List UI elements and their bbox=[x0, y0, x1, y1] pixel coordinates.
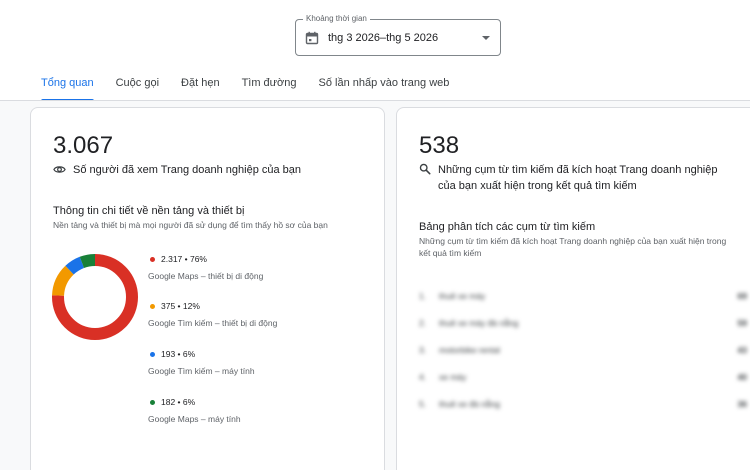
legend-dot-maps-desktop bbox=[150, 399, 155, 405]
tab-directions[interactable]: Tìm đường bbox=[231, 69, 308, 101]
list-item: 2. thuê xe máy đà nẵng 59 bbox=[419, 317, 750, 344]
profile-views-metric: Số người đã xem Trang doanh nghiệp của b… bbox=[53, 162, 373, 178]
legend-item: 193 • 6% Google Tìm kiếm – máy tính bbox=[148, 348, 255, 377]
search-terms-label: Những cụm từ tìm kiếm đã kích hoạt Trang… bbox=[438, 164, 718, 192]
platform-breakdown-subtitle: Nền tảng và thiết bị mà mọi người đã sử … bbox=[53, 220, 328, 230]
legend-name: Google Maps – thiết bị di động bbox=[148, 271, 264, 281]
search-terms-list: 1. thuê xe máy 69 2. thuê xe máy đà nẵng… bbox=[419, 290, 750, 425]
tab-calls[interactable]: Cuộc gọi bbox=[105, 69, 170, 101]
profile-views-label: Số người đã xem Trang doanh nghiệp của b… bbox=[73, 164, 302, 176]
search-terms-total: 538 bbox=[419, 132, 460, 159]
list-item: 4. xe máy 40 bbox=[419, 371, 750, 398]
search-terms-metric: Những cụm từ tìm kiếm đã kích hoạt Trang… bbox=[419, 162, 719, 194]
calendar-icon bbox=[305, 31, 319, 45]
tab-overview[interactable]: Tổng quan bbox=[30, 69, 105, 101]
list-item: 1. thuê xe máy 69 bbox=[419, 290, 750, 317]
term-count: 69 bbox=[737, 291, 747, 301]
tab-website-clicks[interactable]: Số lần nhấp vào trang web bbox=[308, 69, 461, 101]
legend-name: Google Tìm kiếm – thiết bị di động bbox=[148, 318, 278, 328]
term-text: thuê xe máy đà nẵng bbox=[439, 318, 519, 328]
tab-bookings[interactable]: Đặt hẹn bbox=[170, 69, 231, 101]
dropdown-arrow-icon bbox=[482, 36, 490, 40]
legend-name: Google Tìm kiếm – máy tính bbox=[148, 366, 255, 376]
tab-divider bbox=[0, 100, 750, 101]
legend-dot-search-desktop bbox=[150, 351, 155, 357]
legend-item: 182 • 6% Google Maps – máy tính bbox=[148, 396, 241, 425]
legend-item: 375 • 12% Google Tìm kiếm – thiết bị di … bbox=[148, 300, 277, 329]
date-range-value: thg 3 2026–thg 5 2026 bbox=[328, 32, 439, 44]
legend-name: Google Maps – máy tính bbox=[148, 414, 241, 424]
profile-views-total: 3.067 bbox=[53, 132, 114, 159]
header: Khoảng thời gian thg 3 2026–thg 5 2026 T… bbox=[0, 0, 750, 101]
legend-item: 2.317 • 76% Google Maps – thiết bị di độ… bbox=[148, 253, 263, 282]
profile-views-card: 3.067 Số người đã xem Trang doanh nghiệp… bbox=[30, 107, 385, 470]
list-item: 3. motorbike rental 43 bbox=[419, 344, 750, 371]
search-breakdown-subtitle: Những cụm từ tìm kiếm đã kích hoạt Trang… bbox=[419, 236, 727, 258]
search-breakdown-title: Bảng phân tích các cụm từ tìm kiếm bbox=[419, 221, 596, 233]
term-count: 40 bbox=[737, 372, 747, 382]
list-item: 5. thuê xe đà nẵng 36 bbox=[419, 398, 750, 425]
search-icon bbox=[419, 163, 431, 175]
legend-dot-maps-mobile bbox=[150, 256, 155, 262]
date-range-label: Khoảng thời gian bbox=[303, 13, 370, 25]
term-index: 2. bbox=[419, 318, 427, 328]
term-text: thuê xe đà nẵng bbox=[439, 399, 500, 409]
term-count: 36 bbox=[737, 399, 747, 409]
platform-breakdown-title: Thông tin chi tiết về nền tảng và thiết … bbox=[53, 205, 245, 217]
term-count: 59 bbox=[737, 318, 747, 328]
term-index: 1. bbox=[419, 291, 427, 301]
term-count: 43 bbox=[737, 345, 747, 355]
date-range-select[interactable]: Khoảng thời gian thg 3 2026–thg 5 2026 bbox=[295, 13, 501, 56]
term-index: 3. bbox=[419, 345, 427, 355]
term-text: motorbike rental bbox=[439, 345, 500, 355]
legend-value: 182 • 6% bbox=[161, 397, 196, 407]
tab-bar: Tổng quan Cuộc gọi Đặt hẹn Tìm đường Số … bbox=[30, 69, 460, 101]
legend-dot-search-mobile bbox=[150, 303, 155, 309]
legend-value: 193 • 6% bbox=[161, 349, 196, 359]
legend-value: 375 • 12% bbox=[161, 301, 200, 311]
term-text: thuê xe máy bbox=[439, 291, 486, 301]
search-terms-card: 538 Những cụm từ tìm kiếm đã kích hoạt T… bbox=[396, 107, 750, 470]
term-index: 4. bbox=[419, 372, 427, 382]
platform-donut-chart bbox=[52, 254, 138, 340]
term-index: 5. bbox=[419, 399, 427, 409]
legend-value: 2.317 • 76% bbox=[161, 254, 207, 264]
term-text: xe máy bbox=[439, 372, 467, 382]
eye-icon bbox=[53, 166, 66, 173]
